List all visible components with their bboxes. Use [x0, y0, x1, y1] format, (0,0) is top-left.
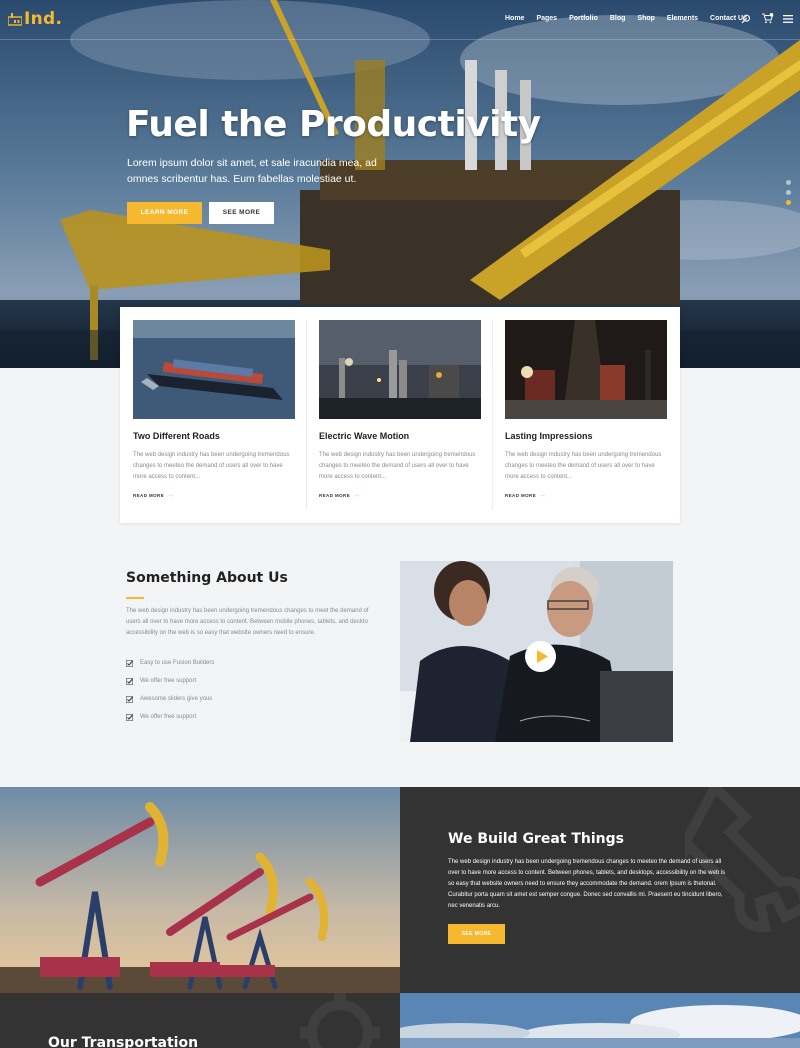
card-title[interactable]: Lasting Impressions	[505, 431, 667, 441]
about-video[interactable]	[400, 561, 673, 742]
read-more-label: READ MORE	[133, 493, 165, 498]
read-more-label: READ MORE	[505, 493, 537, 498]
slider-dot-active[interactable]	[786, 200, 791, 205]
sky-image	[400, 993, 800, 1048]
feature-checklist: Easy to use Fusion Builders We offer fre…	[126, 654, 214, 726]
card-text: The web design industry has been undergo…	[505, 452, 662, 480]
logo[interactable]: Ind.	[8, 9, 62, 29]
about-text: The web design industry has been undergo…	[126, 608, 369, 636]
top-navigation-bar: Ind. Home Pages Portfolio Blog Shop Elem…	[0, 0, 800, 40]
pumpjack-illustration	[0, 787, 400, 993]
read-more-link[interactable]: READ MORE →	[133, 492, 295, 499]
arrow-right-icon: →	[167, 492, 175, 499]
slider-pagination	[786, 180, 791, 210]
drilling-rig-image[interactable]	[505, 320, 667, 419]
refinery-night-image[interactable]	[319, 320, 481, 419]
clouds-illustration	[400, 993, 800, 1048]
arrow-right-icon: →	[539, 492, 547, 499]
card-text: The web design industry has been undergo…	[133, 452, 290, 480]
card-title[interactable]: Electric Wave Motion	[319, 431, 481, 441]
checklist-item: Easy to use Fusion Builders	[126, 654, 214, 672]
slider-dot[interactable]	[786, 190, 791, 195]
checklist-label: Awesome sliders give yous	[140, 696, 213, 702]
slider-dot[interactable]	[786, 180, 791, 185]
card-electric-wave-motion: Electric Wave Motion The web design indu…	[319, 320, 481, 499]
hero-subtitle: Lorem ipsum dolor sit amet, et sale irac…	[127, 157, 377, 185]
checklist-item: Awesome sliders give yous	[126, 690, 214, 708]
nav-item-elements[interactable]: Elements	[667, 15, 698, 22]
cart-icon[interactable]	[762, 13, 774, 24]
learn-more-button[interactable]: LEARN MORE	[127, 202, 202, 224]
checklist-item: We offer free support	[126, 672, 214, 690]
checkbox-icon	[126, 713, 133, 721]
checkbox-icon	[126, 695, 133, 703]
checkbox-icon	[126, 677, 133, 685]
checklist-label: We offer free support	[140, 714, 197, 720]
accent-divider	[126, 597, 144, 599]
about-title: Something About Us	[126, 570, 288, 586]
see-more-button[interactable]: SEE MORE	[448, 924, 505, 944]
nav-item-shop[interactable]: Shop	[637, 15, 655, 22]
feature-cards: Two Different Roads The web design indus…	[120, 307, 680, 523]
main-nav: Home Pages Portfolio Blog Shop Elements …	[505, 15, 747, 22]
build-section: We Build Great Things The web design ind…	[400, 787, 800, 993]
gear-watermark-icon	[300, 993, 380, 1048]
play-icon	[537, 650, 548, 663]
card-two-different-roads: Two Different Roads The web design indus…	[133, 320, 295, 499]
see-more-button[interactable]: SEE MORE	[209, 202, 274, 224]
card-text: The web design industry has been undergo…	[319, 452, 476, 480]
card-lasting-impressions: Lasting Impressions The web design indus…	[505, 320, 667, 499]
checklist-label: We offer free support	[140, 678, 197, 684]
nav-item-blog[interactable]: Blog	[610, 15, 626, 22]
play-button[interactable]	[525, 641, 556, 672]
hero-title: Fuel the Productivity	[126, 104, 541, 145]
arrow-right-icon: →	[353, 492, 361, 499]
read-more-label: READ MORE	[319, 493, 351, 498]
checklist-item: We offer free support	[126, 708, 214, 726]
build-text: The web design industry has been undergo…	[448, 859, 726, 909]
brand-name: Ind.	[24, 9, 63, 29]
card-title[interactable]: Two Different Roads	[133, 431, 295, 441]
cargo-ship-image[interactable]	[133, 320, 295, 419]
transportation-section: Our Transportation	[0, 993, 400, 1048]
card-divider	[492, 320, 493, 510]
build-title: We Build Great Things	[448, 831, 624, 847]
factory-icon	[8, 13, 22, 26]
checkbox-icon	[126, 659, 133, 667]
oil-pumps-image	[0, 787, 400, 993]
card-divider	[306, 320, 307, 510]
search-icon[interactable]	[741, 14, 751, 24]
checklist-label: Easy to use Fusion Builders	[140, 660, 215, 666]
read-more-link[interactable]: READ MORE →	[319, 492, 481, 499]
transportation-title: Our Transportation	[48, 1035, 199, 1048]
nav-item-home[interactable]: Home	[505, 15, 524, 22]
nav-item-portfolio[interactable]: Portfolio	[569, 15, 598, 22]
nav-item-pages[interactable]: Pages	[536, 15, 557, 22]
hamburger-icon[interactable]	[783, 15, 793, 23]
read-more-link[interactable]: READ MORE →	[505, 492, 667, 499]
